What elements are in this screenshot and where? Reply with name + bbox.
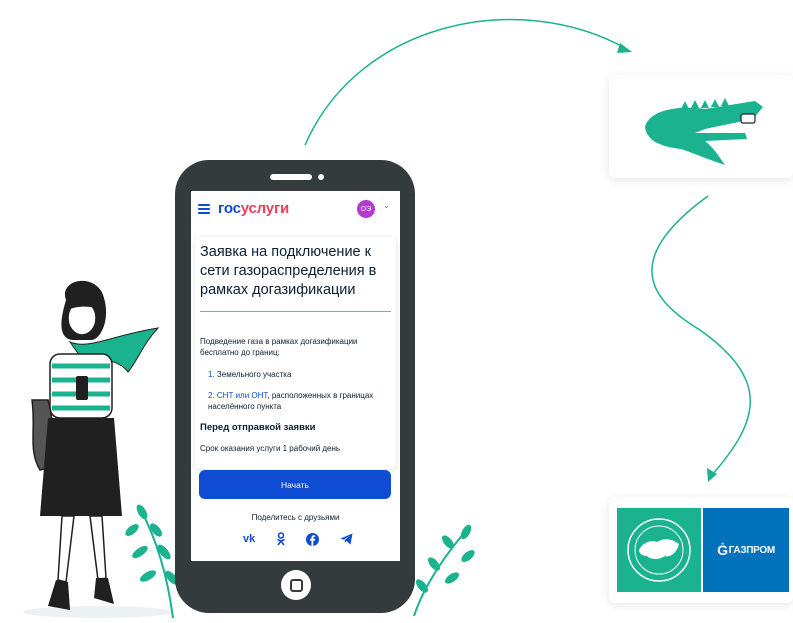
page-title: Заявка на подключение к сети газораспред…	[200, 244, 377, 298]
gosuslugi-logo[interactable]: госуслуги	[218, 200, 289, 217]
start-button[interactable]: Начать	[199, 470, 391, 499]
section-title: Перед отправкой заявки	[200, 422, 316, 433]
phone-camera	[318, 174, 324, 180]
service-term: Срок оказания услуги 1 рабочий день	[200, 444, 341, 453]
menu-icon[interactable]	[198, 204, 210, 214]
snt-ont-link[interactable]: СНТ или ОНТ	[217, 391, 268, 400]
user-avatar[interactable]: ОЭ	[357, 200, 375, 218]
share-label: Поделитесь с друзьями	[251, 513, 340, 522]
list-item: 1. Земельного участка	[208, 370, 292, 379]
social-share-bar: vk	[243, 531, 353, 547]
list-item: 2. СНТ или ОНТ, расположенных в границах…	[208, 391, 374, 411]
app-header: госуслуги ОЭ ⌄	[191, 191, 400, 227]
gazprom-flame-icon: Ġ	[717, 542, 728, 558]
phone-screen: госуслуги ОЭ ⌄ Заявка на подключение к с…	[191, 191, 400, 561]
gasification-program-logo	[617, 508, 701, 592]
chevron-down-icon[interactable]: ⌄	[383, 201, 390, 210]
gas-pipe-card	[609, 75, 793, 178]
intro-text: Подведение газа в рамках догазификации б…	[200, 337, 358, 357]
home-button[interactable]	[281, 570, 311, 600]
telegram-icon[interactable]	[340, 533, 353, 545]
vk-icon[interactable]: vk	[243, 533, 255, 545]
odnoklassniki-icon[interactable]	[276, 532, 286, 546]
facebook-icon[interactable]	[306, 532, 320, 546]
phone-speaker	[270, 174, 312, 180]
gazprom-logo: Ġ ГАЗПРОМ	[703, 508, 789, 592]
partners-logo-card: Ġ ГАЗПРОМ	[609, 497, 793, 603]
title-divider	[200, 311, 391, 312]
plant-right-illustration	[413, 524, 475, 616]
gas-meter-crocodile-icon	[645, 98, 763, 165]
russia-map-seal-icon	[627, 518, 691, 582]
